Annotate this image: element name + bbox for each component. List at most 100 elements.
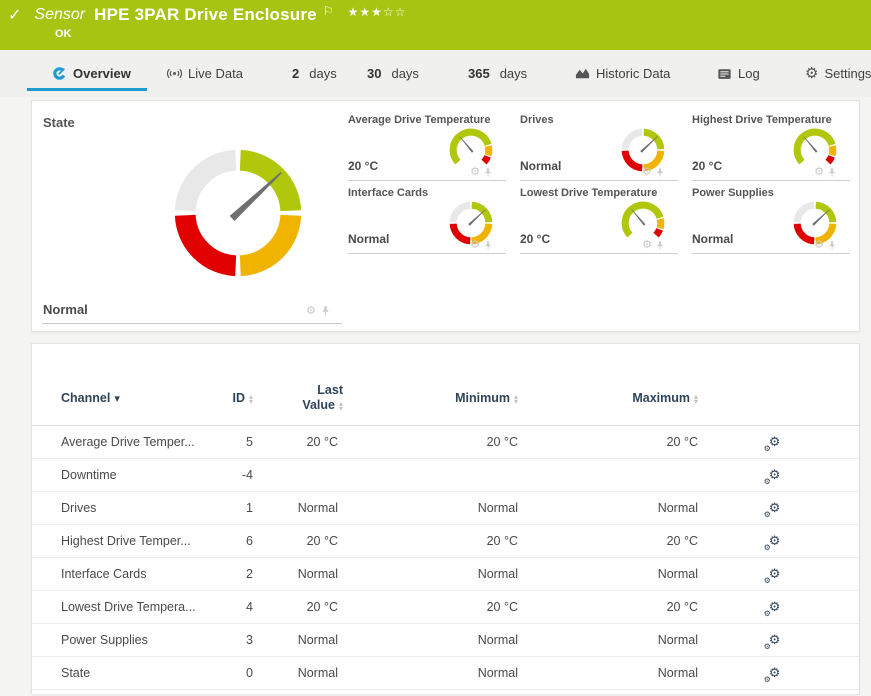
gauge-cell-average-drive-temperature[interactable]: Average Drive Temperature 20 °C ⚙: [346, 108, 518, 181]
column-label: Minimum: [455, 391, 510, 405]
column-label: Channel: [61, 391, 110, 405]
sensor-title: HPE 3PAR Drive Enclosure: [94, 5, 317, 25]
pin-icon[interactable]: [656, 240, 664, 251]
sort-icon: ▴▾: [249, 394, 253, 404]
pin-icon[interactable]: [484, 240, 492, 251]
gauge-cell-lowest-drive-temperature[interactable]: Lowest Drive Temperature 20 °C ⚙: [518, 181, 690, 254]
sort-icon: ▴▾: [339, 401, 343, 411]
state-gauge-title: State: [43, 115, 75, 130]
channel-name[interactable]: Downtime: [61, 459, 117, 491]
channel-id: 3: [172, 624, 253, 656]
channel-id: 4: [172, 591, 253, 623]
tab-2-days-unit: days: [309, 66, 336, 81]
minimum-value: Normal: [412, 657, 518, 689]
tab-live-data[interactable]: Live Data: [167, 66, 243, 81]
gauge-cell-power-supplies[interactable]: Power Supplies Normal ⚙: [690, 181, 862, 254]
minimum-value: Normal: [412, 492, 518, 524]
last-value: Normal: [258, 492, 338, 524]
tab-365-days[interactable]: 365 days: [468, 66, 527, 81]
gauge-cell-drives[interactable]: Drives Normal ⚙: [518, 108, 690, 181]
tab-settings-label: Settings: [824, 66, 871, 81]
gauge-value: Normal: [692, 232, 733, 246]
pin-icon[interactable]: [828, 240, 836, 251]
table-row[interactable]: Drives 1 Normal Normal Normal ⚙⚙: [32, 492, 859, 525]
table-row[interactable]: Lowest Drive Tempera... 4 20 °C 20 °C 20…: [32, 591, 859, 624]
column-label: Value: [302, 398, 335, 412]
sensor-status-text: OK: [55, 28, 72, 40]
channel-id: 6: [172, 525, 253, 557]
gear-icon[interactable]: ⚙: [814, 167, 824, 178]
state-gauge-value: Normal: [43, 302, 88, 317]
column-header-last-value[interactable]: Last Value▴▾: [258, 383, 343, 413]
maximum-value: 20 °C: [592, 591, 698, 623]
table-row[interactable]: Average Drive Temper... 5 20 °C 20 °C 20…: [32, 426, 859, 459]
gauge-value: 20 °C: [520, 232, 550, 246]
column-header-maximum[interactable]: Maximum ▴▾: [592, 391, 698, 405]
tab-30-days[interactable]: 30 days: [367, 66, 419, 81]
channel-settings-icon[interactable]: ⚙⚙: [758, 657, 786, 696]
sort-desc-icon: ▾: [114, 393, 120, 405]
minimum-value: Normal: [412, 624, 518, 656]
maximum-value: 20 °C: [592, 525, 698, 557]
column-label: Maximum: [632, 391, 690, 405]
sensor-tabbar: Overview Live Data 2 days 30 days 365 da…: [0, 50, 871, 97]
gauge-value: 20 °C: [692, 159, 722, 173]
tab-log[interactable]: Log: [717, 66, 760, 81]
state-gauge[interactable]: [158, 133, 318, 293]
divider: [520, 253, 678, 254]
pin-icon[interactable]: [828, 167, 836, 178]
maximum-value: Normal: [592, 492, 698, 524]
gauge-cell-interface-cards[interactable]: Interface Cards Normal ⚙: [346, 181, 518, 254]
priority-stars[interactable]: ★★★☆☆: [348, 5, 407, 19]
last-value: 20 °C: [258, 591, 338, 623]
flag-icon[interactable]: ⚐: [323, 4, 334, 18]
channel-name[interactable]: Power Supplies: [61, 624, 148, 656]
minimum-value: 20 °C: [412, 426, 518, 458]
tab-30-days-unit: days: [391, 66, 418, 81]
gear-icon[interactable]: ⚙: [306, 306, 316, 317]
log-list-icon: [717, 67, 732, 81]
maximum-value: Normal: [592, 558, 698, 590]
gear-icon[interactable]: ⚙: [642, 167, 652, 178]
table-row[interactable]: Interface Cards 2 Normal Normal Normal ⚙…: [32, 558, 859, 591]
pin-icon[interactable]: [321, 305, 330, 317]
tab-2-days[interactable]: 2 days: [292, 66, 337, 81]
column-header-id[interactable]: ID ▴▾: [172, 391, 253, 405]
gear-icon[interactable]: ⚙: [470, 167, 480, 178]
table-body: Average Drive Temper... 5 20 °C 20 °C 20…: [32, 426, 859, 690]
last-value: 20 °C: [258, 525, 338, 557]
channel-name[interactable]: State: [61, 657, 90, 689]
tab-overview[interactable]: Overview: [52, 66, 131, 81]
table-row[interactable]: Power Supplies 3 Normal Normal Normal ⚙⚙: [32, 624, 859, 657]
last-value: 20 °C: [258, 426, 338, 458]
gauge-value: 20 °C: [348, 159, 378, 173]
table-row[interactable]: Downtime -4 ⚙⚙: [32, 459, 859, 492]
gear-icon[interactable]: ⚙: [814, 240, 824, 251]
tab-live-data-label: Live Data: [188, 66, 243, 81]
minimum-value: 20 °C: [412, 591, 518, 623]
sort-icon: ▴▾: [514, 394, 518, 404]
table-row[interactable]: State 0 Normal Normal Normal ⚙⚙: [32, 657, 859, 690]
channel-id: 2: [172, 558, 253, 590]
gauge-value: Normal: [348, 232, 389, 246]
gauges-panel: State Normal ⚙ Average Drive Temperature…: [31, 100, 860, 332]
minimum-value: Normal: [412, 558, 518, 590]
sort-icon: ▴▾: [694, 394, 698, 404]
gauge-icon: [52, 66, 67, 81]
object-kind-label: Sensor: [34, 6, 85, 24]
column-label: ID: [232, 391, 245, 405]
column-header-channel[interactable]: Channel ▾: [61, 391, 120, 405]
gear-icon[interactable]: ⚙: [642, 240, 652, 251]
table-row[interactable]: Highest Drive Temper... 6 20 °C 20 °C 20…: [32, 525, 859, 558]
pin-icon[interactable]: [484, 167, 492, 178]
channel-name[interactable]: Interface Cards: [61, 558, 146, 590]
pin-icon[interactable]: [656, 167, 664, 178]
channel-name[interactable]: Drives: [61, 492, 96, 524]
historic-chart-icon: [575, 66, 590, 81]
tab-overview-label: Overview: [73, 66, 131, 81]
gear-icon[interactable]: ⚙: [470, 240, 480, 251]
tab-historic-data[interactable]: Historic Data: [575, 66, 670, 81]
tab-settings[interactable]: ⚙ Settings: [805, 66, 871, 81]
column-header-minimum[interactable]: Minimum ▴▾: [412, 391, 518, 405]
gauge-cell-highest-drive-temperature[interactable]: Highest Drive Temperature 20 °C ⚙: [690, 108, 862, 181]
